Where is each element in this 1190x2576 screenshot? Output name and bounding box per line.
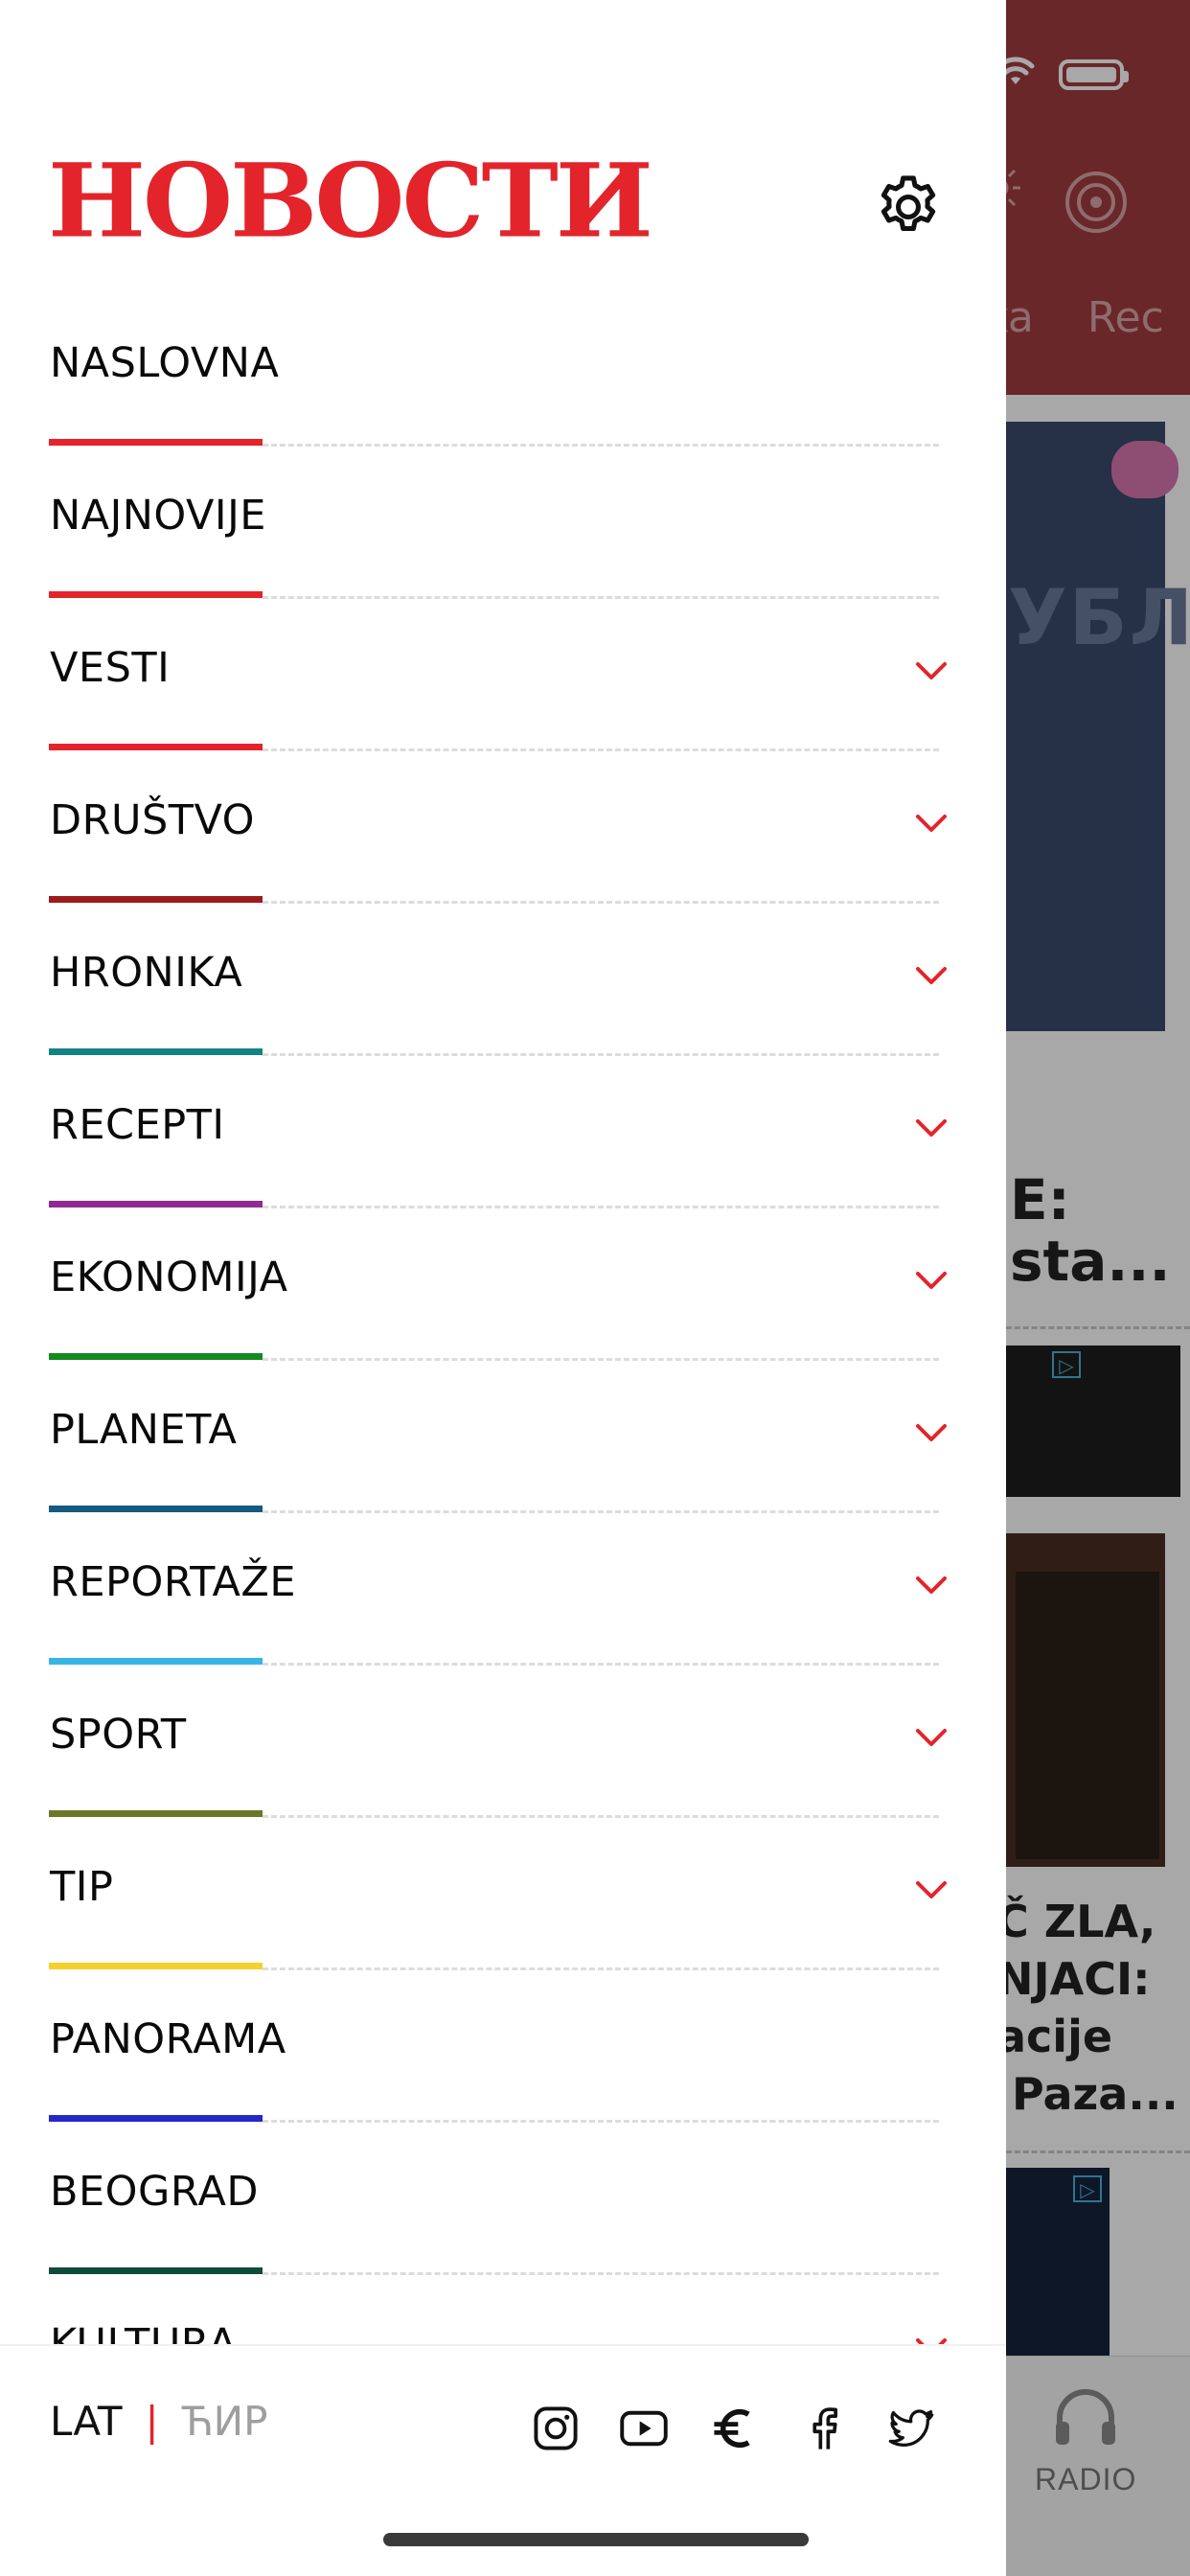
chevron-down-icon[interactable] [914,1116,949,1139]
menu-divider [263,596,939,599]
chevron-down-icon[interactable] [914,1726,949,1749]
chevron-down-icon[interactable] [914,1421,949,1444]
category-menu: NASLOVNA NAJNOVIJE VESTI DRUŠTVO HRONIKA RECE… [0,305,1006,2344]
menu-item-tip[interactable]: TIP [0,1828,1006,1981]
youtube-icon[interactable] [619,2404,669,2453]
menu-item-reporta-e[interactable]: REPORTAŽE [0,1524,1006,1676]
menu-item-label: REPORTAŽE [50,1558,297,1606]
category-accent-bar [49,896,263,903]
menu-divider [263,2272,939,2275]
facebook-icon[interactable] [799,2404,849,2453]
chevron-down-icon[interactable] [914,964,949,987]
chevron-down-icon[interactable] [914,1269,949,1292]
menu-item-label: NASLOVNA [50,339,280,387]
app-logo[interactable]: НОВОСТИ [48,150,653,252]
category-accent-bar [49,439,263,446]
twitter-icon[interactable] [881,2404,941,2453]
menu-item-label: NAJNOVIJE [50,492,266,540]
menu-divider [263,1510,939,1513]
menu-divider [263,1815,939,1818]
language-switcher: LAT | ЋИР [50,2398,267,2445]
menu-divider [263,748,939,751]
menu-item-najnovije[interactable]: NAJNOVIJE [0,457,1006,610]
category-accent-bar [49,1201,263,1208]
language-separator: | [145,2398,159,2445]
menu-item-planeta[interactable]: PLANETA [0,1371,1006,1524]
menu-divider [263,1053,939,1056]
menu-item-hronika[interactable]: HRONIKA [0,914,1006,1067]
menu-divider [263,2120,939,2123]
menu-divider [263,1206,939,1208]
category-accent-bar [49,1353,263,1360]
chevron-down-icon[interactable] [914,659,949,682]
language-latin-option[interactable]: LAT [50,2398,123,2445]
menu-item-label: BEOGRAD [50,2168,259,2216]
menu-divider [263,444,939,447]
menu-item-label: SPORT [50,1711,187,1759]
home-indicator[interactable] [383,2533,809,2546]
menu-divider [263,901,939,904]
category-accent-bar [49,591,263,598]
category-accent-bar [49,1048,263,1055]
menu-item-ekonomija[interactable]: EKONOMIJA [0,1219,1006,1371]
euro-icon[interactable] [709,2404,759,2453]
chevron-down-icon[interactable] [914,1574,949,1597]
menu-item-recepti[interactable]: RECEPTI [0,1067,1006,1219]
chevron-down-icon[interactable] [914,1878,949,1901]
navigation-drawer: НОВОСТИ NASLOVNA NAJNOVIJE VESTI DRUŠTVO HRO… [0,0,1006,2576]
menu-item-label: HRONIKA [50,949,243,997]
menu-item-beograd[interactable]: BEOGRAD [0,2133,1006,2286]
menu-divider [263,1663,939,1666]
category-accent-bar [49,2115,263,2122]
menu-item-label: TIP [50,1863,114,1911]
menu-item-sport[interactable]: SPORT [0,1676,1006,1828]
menu-item-dru-tvo[interactable]: DRUŠTVO [0,762,1006,914]
chevron-down-icon[interactable] [914,2335,949,2344]
category-accent-bar [49,744,263,750]
menu-item-label: DRUŠTVO [50,796,256,844]
category-accent-bar [49,1963,263,1969]
instagram-icon[interactable] [531,2404,581,2453]
menu-item-label: KULTURA [50,2320,238,2344]
menu-item-label: EKONOMIJA [50,1254,288,1301]
menu-divider [263,1967,939,1970]
chevron-down-icon[interactable] [914,812,949,835]
category-accent-bar [49,2267,263,2274]
menu-item-vesti[interactable]: VESTI [0,610,1006,762]
drawer-footer: LAT | ЋИР [0,2344,1006,2509]
menu-item-label: VESTI [50,644,171,692]
menu-item-label: PLANETA [50,1406,238,1454]
gear-icon[interactable] [872,171,945,243]
category-accent-bar [49,1506,263,1512]
menu-item-kultura[interactable]: KULTURA [0,2286,1006,2344]
menu-item-label: PANORAMA [50,2015,286,2063]
language-cyrillic-option[interactable]: ЋИР [182,2398,268,2445]
category-accent-bar [49,1810,263,1817]
menu-divider [263,1358,939,1361]
menu-item-label: RECEPTI [50,1101,225,1149]
category-accent-bar [49,1658,263,1665]
menu-item-naslovna[interactable]: NASLOVNA [0,305,1006,457]
menu-item-panorama[interactable]: PANORAMA [0,1981,1006,2133]
